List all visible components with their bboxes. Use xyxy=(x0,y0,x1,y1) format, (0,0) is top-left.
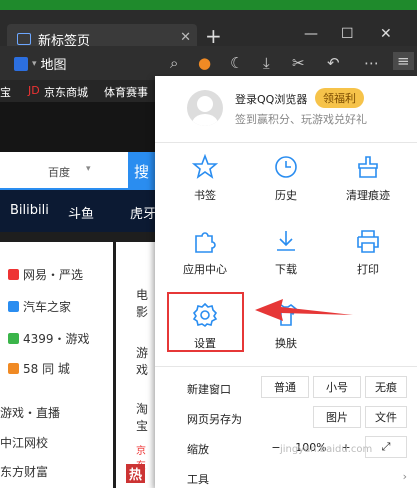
list-item[interactable]: 汽车之家 xyxy=(8,298,71,315)
login-link[interactable]: 登录QQ浏览器 xyxy=(235,91,307,107)
welfare-badge[interactable]: 领福利 xyxy=(315,88,364,108)
new-window-private-button[interactable]: 无痕 xyxy=(365,376,407,398)
gear-icon xyxy=(192,302,218,328)
new-window-small-button[interactable]: 小号 xyxy=(313,376,361,398)
settings-menu-item[interactable]: 设置 xyxy=(175,302,235,351)
bookmarks-bar: 宝 JD 京东商城 体育赛事 xyxy=(0,80,155,102)
clock-icon xyxy=(275,156,297,178)
list-item[interactable]: 东方财富 xyxy=(0,463,48,480)
list-item[interactable]: 淘宝 xyxy=(136,400,155,434)
minimize-icon[interactable]: — xyxy=(304,26,318,42)
download-icon[interactable]: ⤓ xyxy=(263,54,270,72)
list-item[interactable]: 网易・严选 xyxy=(8,266,83,283)
page-header-bg xyxy=(0,102,155,152)
print-menu-item[interactable]: 打印 xyxy=(338,228,398,277)
save-as-file-button[interactable]: 文件 xyxy=(365,406,407,428)
clear-traces-menu-item[interactable]: 清理痕迹 xyxy=(338,154,398,203)
nav-strip: Bilibili 斗鱼 虎牙 xyxy=(0,190,156,232)
links-panel: 网易・严选 汽车之家 4399・游戏 58 同 城 游戏・直播 中江网校 东方财… xyxy=(0,242,113,488)
puzzle-icon xyxy=(195,232,216,253)
new-tab-icon xyxy=(17,33,31,45)
undo-icon[interactable]: ↶ xyxy=(327,54,340,72)
map-button[interactable]: ▾ 地图 xyxy=(14,54,67,73)
download-menu-item[interactable]: 下载 xyxy=(256,228,316,277)
maximize-icon[interactable]: ☐ xyxy=(341,26,354,42)
jd-icon: JD xyxy=(28,84,40,97)
download-icon xyxy=(277,231,295,251)
more-icon[interactable]: ⋯ xyxy=(364,54,379,72)
printer-icon xyxy=(357,230,379,253)
search-button[interactable]: 搜 xyxy=(128,152,155,190)
search-icon[interactable]: ⌕ xyxy=(170,54,178,72)
tab-bar: 新标签页 ✕ + — ☐ ✕ xyxy=(0,10,417,54)
new-window-normal-button[interactable]: 普通 xyxy=(261,376,309,398)
side-panel: 电影 游戏 淘宝 京东 热 xyxy=(116,242,155,488)
scissors-icon[interactable]: ✂ xyxy=(292,54,305,72)
nav-item[interactable]: Bilibili xyxy=(10,203,49,218)
app-center-menu-item[interactable]: 应用中心 xyxy=(175,228,235,277)
window-top-stripe xyxy=(0,0,417,10)
window-close-icon[interactable]: ✕ xyxy=(380,26,392,42)
bookmarks-menu-item[interactable]: 书签 xyxy=(175,154,235,203)
watermark: jingyan.baidu.com xyxy=(280,444,373,455)
save-as-row: 网页另存为 图片 文件 xyxy=(187,406,407,428)
browser-menu: 登录QQ浏览器 领福利 签到赢积分、玩游戏兑好礼 书签 历史 清理痕迹 应用中心… xyxy=(155,76,417,488)
star-icon xyxy=(192,154,218,179)
list-item[interactable]: 中江网校 xyxy=(0,434,48,451)
game-icon[interactable]: ● xyxy=(198,54,211,72)
broom-icon xyxy=(358,156,378,178)
new-window-row: 新建窗口 普通 小号 无痕 xyxy=(187,376,407,398)
history-menu-item[interactable]: 历史 xyxy=(256,154,316,203)
new-tab-button[interactable]: + xyxy=(205,26,222,46)
bookmark-item[interactable]: 宝 xyxy=(0,84,11,100)
toolbar: ▾ 地图 ⌕ ● ☾ ⤓ ✂ ↶ ⋯ ≡ xyxy=(0,46,417,80)
chevron-right-icon: › xyxy=(402,470,407,483)
bookmark-item[interactable]: 体育赛事 xyxy=(104,84,148,100)
moon-icon[interactable]: ☾ xyxy=(230,54,243,72)
list-item[interactable]: 游戏 xyxy=(136,344,155,378)
close-icon[interactable]: ✕ xyxy=(180,30,191,45)
bookmark-item[interactable]: 京东商城 xyxy=(44,84,88,100)
list-item[interactable]: 4399・游戏 xyxy=(8,330,90,347)
signin-text: 签到赢积分、玩游戏兑好礼 xyxy=(235,113,367,126)
annotation-arrow xyxy=(255,299,353,321)
chevron-down-icon: ▾ xyxy=(86,164,91,174)
chevron-down-icon: ▾ xyxy=(32,58,37,69)
divider xyxy=(155,142,417,143)
divider xyxy=(155,366,417,367)
list-item[interactable]: 电影 xyxy=(136,286,155,320)
avatar[interactable] xyxy=(187,90,223,126)
save-as-image-button[interactable]: 图片 xyxy=(313,406,361,428)
list-item[interactable]: 游戏・直播 xyxy=(0,404,60,421)
search-engine-select[interactable]: 百度 xyxy=(48,164,70,180)
list-item[interactable]: 58 同 城 xyxy=(8,360,70,377)
tools-row[interactable]: 工具 › xyxy=(187,466,407,488)
map-label: 地图 xyxy=(40,58,67,73)
nav-item[interactable]: 斗鱼 xyxy=(68,203,94,222)
menu-icon[interactable]: ≡ xyxy=(393,52,414,70)
search-bar[interactable]: 百度 ▾ 搜 xyxy=(0,152,155,190)
list-item[interactable]: 热 xyxy=(126,464,146,483)
nav-item[interactable]: 虎牙 xyxy=(130,203,156,222)
map-icon xyxy=(14,56,28,71)
